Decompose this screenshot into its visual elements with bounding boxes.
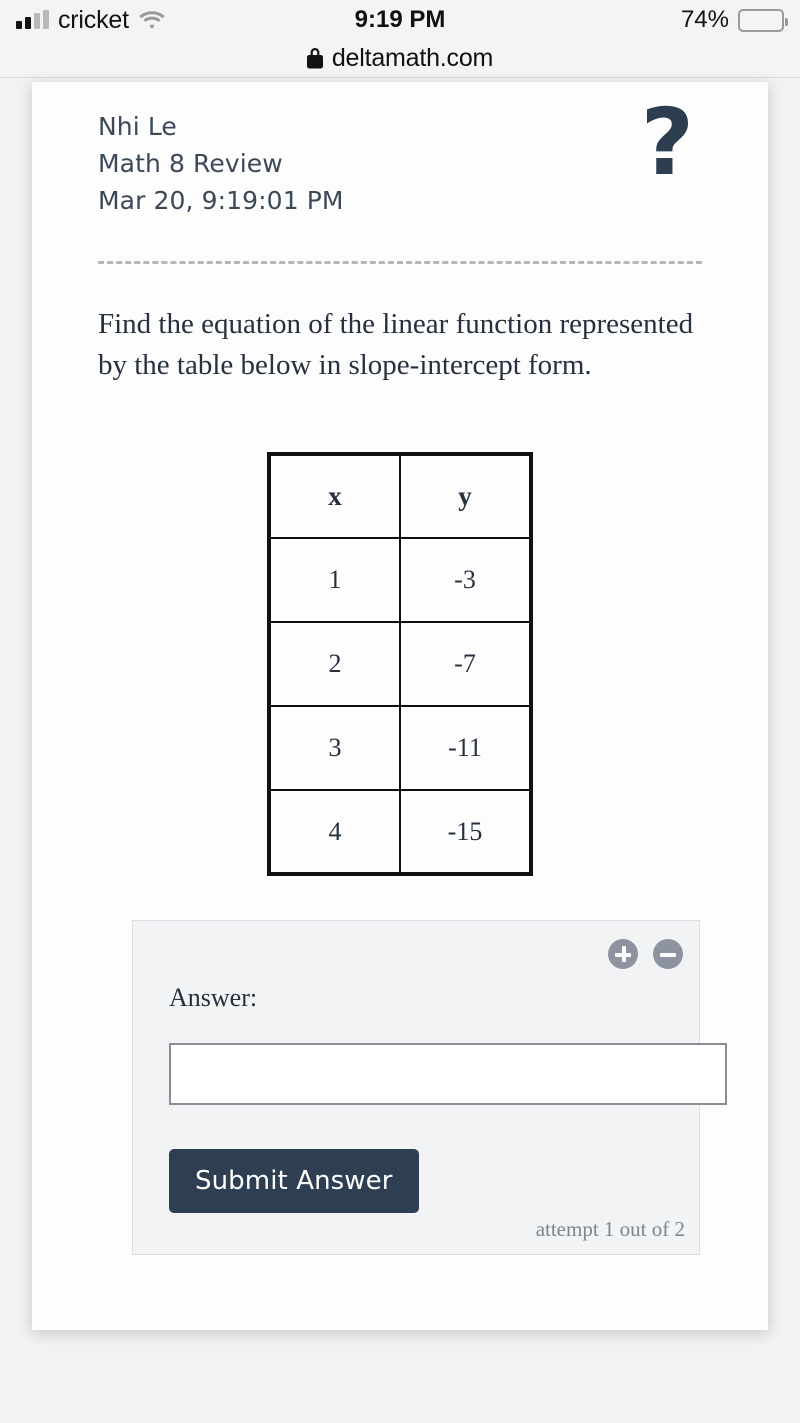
battery-icon bbox=[738, 8, 788, 32]
plus-circle-icon[interactable] bbox=[608, 939, 638, 970]
assignment-header: Nhi Le Math 8 Review Mar 20, 9:19:01 PM … bbox=[98, 97, 734, 219]
header-divider bbox=[98, 261, 702, 264]
ios-status-bar: cricket 9:19 PM 74% bbox=[0, 0, 800, 40]
student-name: Nhi Le bbox=[98, 112, 177, 141]
column-header-y: y bbox=[399, 453, 532, 540]
cell-y: -11 bbox=[399, 705, 532, 792]
browser-url-bar[interactable]: deltamath.com bbox=[0, 40, 800, 78]
answer-label: Answer: bbox=[169, 983, 258, 1013]
lock-icon bbox=[306, 48, 323, 69]
assignment-title: Math 8 Review bbox=[98, 149, 283, 178]
assignment-meta: Nhi Le Math 8 Review Mar 20, 9:19:01 PM bbox=[98, 108, 344, 219]
cell-x: 3 bbox=[268, 705, 401, 792]
problem-card: Nhi Le Math 8 Review Mar 20, 9:19:01 PM … bbox=[32, 82, 768, 1330]
column-header-x: x bbox=[268, 453, 401, 540]
cell-y: -3 bbox=[399, 537, 532, 624]
status-bar-left: cricket bbox=[16, 6, 166, 35]
table-row: 1 -3 bbox=[268, 537, 532, 624]
cell-y: -15 bbox=[399, 789, 532, 876]
table-row: 4 -15 bbox=[268, 789, 532, 876]
minus-circle-icon[interactable] bbox=[653, 939, 683, 970]
wifi-icon bbox=[138, 10, 166, 30]
cell-x: 1 bbox=[268, 537, 401, 624]
answer-panel: Answer: Submit Answer attempt 1 out of 2 bbox=[132, 920, 727, 1256]
zoom-controls bbox=[608, 939, 683, 970]
table-header-row: x y bbox=[268, 453, 532, 540]
problem-prompt: Find the equation of the linear function… bbox=[98, 308, 694, 382]
status-bar-right: 74% bbox=[680, 6, 788, 34]
question-mark-icon[interactable]: ? bbox=[641, 97, 694, 189]
cell-x: 4 bbox=[268, 789, 401, 876]
carrier-label: cricket bbox=[58, 5, 129, 34]
assignment-timestamp: Mar 20, 9:19:01 PM bbox=[98, 186, 344, 215]
cell-x: 2 bbox=[268, 621, 401, 708]
signal-bars-icon bbox=[16, 10, 49, 29]
xy-table: x y 1 -3 2 -7 3 -11 4 -15 bbox=[267, 452, 533, 877]
xy-table-wrapper: x y 1 -3 2 -7 3 -11 4 -15 bbox=[98, 452, 734, 877]
page-background: Nhi Le Math 8 Review Mar 20, 9:19:01 PM … bbox=[0, 79, 800, 1423]
cell-y: -7 bbox=[399, 621, 532, 708]
table-row: 3 -11 bbox=[268, 705, 532, 792]
submit-answer-button[interactable]: Submit Answer bbox=[169, 1149, 419, 1214]
battery-percent-label: 74% bbox=[680, 6, 729, 33]
answer-input[interactable] bbox=[169, 1043, 727, 1106]
attempt-counter: attempt 1 out of 2 bbox=[535, 1217, 685, 1242]
table-row: 2 -7 bbox=[268, 621, 532, 708]
url-text: deltamath.com bbox=[331, 44, 494, 72]
